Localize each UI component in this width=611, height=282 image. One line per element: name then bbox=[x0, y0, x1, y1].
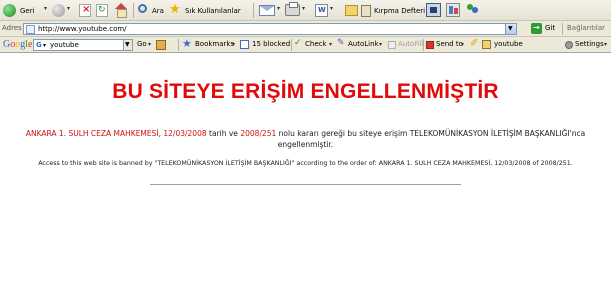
back-dropdown-icon[interactable]: ▾ bbox=[44, 5, 47, 12]
links-label[interactable]: Bağlantılar bbox=[567, 24, 605, 32]
address-input[interactable]: http://www.youtube.com/ ▼ bbox=[23, 23, 517, 35]
autofill-button[interactable]: AutoFill bbox=[388, 38, 424, 52]
address-dropdown-button[interactable]: ▼ bbox=[505, 24, 516, 34]
toolbar-separator bbox=[423, 39, 424, 51]
research-icon[interactable] bbox=[446, 3, 460, 17]
search-history-dropdown-icon[interactable]: ▾ bbox=[43, 42, 46, 49]
page-content: BU SİTEYE ERİŞİM ENGELLENMİŞTİR ANKARA 1… bbox=[0, 54, 611, 282]
back-button[interactable]: Geri bbox=[2, 2, 42, 19]
clipboard-button[interactable]: Kırpma Defteri bbox=[361, 2, 425, 19]
folder-icon[interactable] bbox=[345, 5, 358, 16]
refresh-icon[interactable]: ↻ bbox=[96, 4, 108, 17]
mail-dropdown-icon[interactable]: ▾ bbox=[277, 5, 280, 12]
notice-text-1: tarih ve bbox=[209, 129, 238, 138]
page-headline: BU SİTEYE ERİŞİM ENGELLENMİŞTİR bbox=[112, 80, 499, 103]
edit-icon[interactable]: W bbox=[315, 4, 328, 17]
bookmark-star-icon: ★ bbox=[182, 37, 192, 50]
turkish-notice: ANKARA 1. SULH CEZA MAHKEMESİ, 12/03/200… bbox=[25, 129, 586, 149]
check-icon: ✓ bbox=[294, 38, 302, 48]
forward-dropdown-icon[interactable]: ▾ bbox=[67, 5, 70, 12]
check-dropdown-icon: ▾ bbox=[329, 41, 333, 48]
search-term-icon bbox=[482, 40, 491, 49]
back-arrow-icon bbox=[3, 4, 16, 17]
page-icon bbox=[26, 25, 35, 34]
send-to-icon bbox=[426, 41, 434, 49]
edit-dropdown-icon[interactable]: ▾ bbox=[330, 5, 333, 12]
print-icon[interactable] bbox=[285, 2, 300, 16]
send-to-dropdown-icon: ▾ bbox=[461, 41, 465, 48]
google-go-button[interactable]: Go bbox=[137, 40, 147, 48]
forward-arrow-icon[interactable] bbox=[52, 4, 65, 17]
toolbar-separator bbox=[133, 3, 134, 18]
search-dropdown-button[interactable]: ▼ bbox=[123, 40, 132, 50]
search-term-button[interactable]: youtube bbox=[482, 38, 523, 52]
autolink-icon: ✎ bbox=[337, 38, 345, 48]
court-name: ANKARA 1. SULH CEZA MAHKEMESİ bbox=[25, 129, 159, 138]
highlighter-icon[interactable]: ✐ bbox=[470, 38, 478, 49]
star-icon: ★ bbox=[169, 2, 181, 17]
standard-toolbar: Geri ▾ ▾ × ↻ Ara ★ Sık Kullanılanlar ▾ ▾… bbox=[0, 0, 611, 21]
decision-date: 12/03/2008 bbox=[163, 129, 207, 138]
go-button[interactable]: → Git bbox=[531, 23, 561, 35]
settings-dropdown-icon: ▾ bbox=[604, 41, 608, 48]
google-toolbar: Google G ▾ youtube ▼ Go ▾ ★ Bookmarks ▾ … bbox=[0, 37, 611, 53]
mail-icon[interactable] bbox=[259, 5, 275, 16]
people-icon[interactable] bbox=[466, 3, 480, 17]
google-g-icon: G bbox=[36, 41, 42, 49]
english-notice: Access to this web site is banned by "TE… bbox=[38, 160, 573, 167]
settings-button[interactable]: Settings ▾ bbox=[565, 38, 609, 52]
messenger-icon[interactable] bbox=[426, 3, 441, 17]
google-search-input[interactable]: G ▾ youtube ▼ bbox=[33, 39, 133, 51]
toolbar-separator bbox=[291, 39, 292, 51]
toolbar-separator bbox=[562, 23, 563, 35]
notice-text-3: engellenmiştir. bbox=[277, 140, 334, 149]
send-to-button[interactable]: Send to ▾ bbox=[426, 38, 466, 52]
settings-icon bbox=[565, 41, 573, 49]
address-label: Adres bbox=[2, 24, 22, 32]
search-icon bbox=[138, 4, 147, 13]
toolbar-separator bbox=[178, 39, 179, 51]
print-dropdown-icon[interactable]: ▾ bbox=[302, 5, 305, 12]
home-icon[interactable] bbox=[114, 3, 128, 18]
go-dropdown-icon[interactable]: ▾ bbox=[148, 41, 151, 48]
google-logo[interactable]: Google bbox=[3, 39, 32, 50]
toolbar-separator bbox=[253, 3, 254, 18]
bookmarks-dropdown-icon: ▾ bbox=[232, 41, 236, 48]
pagerank-icon[interactable] bbox=[156, 40, 166, 50]
clipboard-icon bbox=[361, 5, 371, 17]
autolink-button[interactable]: ✎ AutoLink ▾ bbox=[337, 38, 385, 52]
favorites-button[interactable]: ★ Sık Kullanılanlar bbox=[169, 2, 251, 19]
popup-blocker-icon bbox=[240, 40, 249, 49]
search-button[interactable]: Ara bbox=[137, 2, 169, 19]
stop-icon[interactable]: × bbox=[79, 4, 91, 17]
notice-text-2: nolu kararı gereği bu siteye erişim TELE… bbox=[278, 129, 586, 138]
go-arrow-icon: → bbox=[531, 23, 542, 34]
autofill-icon bbox=[388, 41, 396, 49]
popup-blocker-button[interactable]: 15 blocked bbox=[240, 38, 290, 52]
horizontal-rule bbox=[150, 184, 461, 185]
bookmarks-button[interactable]: ★ Bookmarks ▾ bbox=[182, 37, 237, 52]
decision-number: 2008/251 bbox=[240, 129, 277, 138]
spellcheck-button[interactable]: ✓ Check ▾ bbox=[294, 38, 334, 52]
address-bar: Adres http://www.youtube.com/ ▼ → Git Ba… bbox=[0, 21, 611, 37]
autolink-dropdown-icon: ▾ bbox=[379, 41, 383, 48]
